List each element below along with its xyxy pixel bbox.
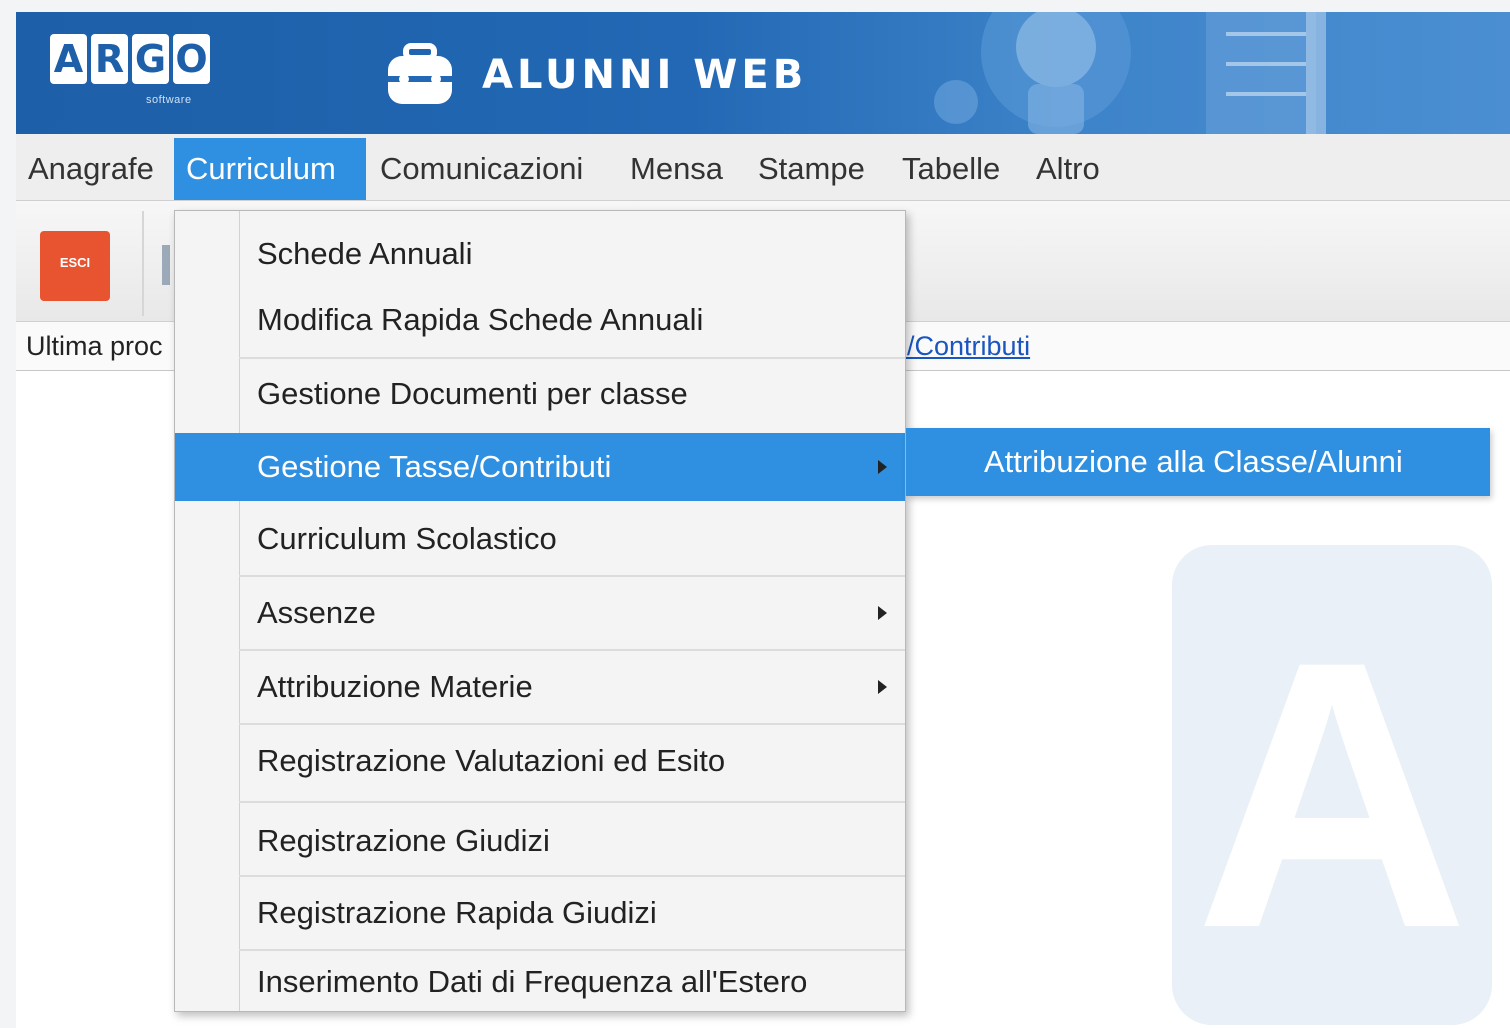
logo-letter: R [91, 34, 128, 84]
menu-item-label: Registrazione Rapida Giudizi [257, 895, 657, 930]
menu-item-label: Gestione Documenti per classe [257, 376, 688, 411]
logo-subtitle: software [146, 94, 192, 106]
menu-separator [239, 723, 905, 725]
logo-letter: G [132, 34, 169, 84]
menu-anagrafe[interactable]: Anagrafe [16, 138, 166, 200]
menu-item-label: Modifica Rapida Schede Annuali [257, 302, 704, 337]
menu-item-label: Attribuzione Materie [257, 669, 533, 704]
toolbar-separator [142, 211, 144, 316]
menu-item-attribuzione-materie[interactable]: Attribuzione Materie [175, 653, 905, 721]
logo-letter: O [173, 34, 210, 84]
menu-item-modifica-rapida[interactable]: Modifica Rapida Schede Annuali [175, 287, 905, 353]
menu-item-assenze[interactable]: Assenze [175, 579, 905, 647]
menu-tabelle[interactable]: Tabelle [890, 138, 1012, 200]
submenu-arrow-icon [878, 680, 887, 694]
exit-button[interactable]: ESCI [40, 231, 110, 301]
menu-item-schede-annuali[interactable]: Schede Annuali [175, 221, 905, 287]
menu-separator [239, 875, 905, 877]
argo-logo: A R G O [50, 34, 210, 84]
menu-item-label: Gestione Tasse/Contributi [257, 449, 612, 484]
submenu-arrow-icon [878, 460, 887, 474]
menu-stampe[interactable]: Stampe [746, 138, 877, 200]
menu-curriculum[interactable]: Curriculum [174, 138, 366, 200]
curriculum-dropdown: Schede Annuali Modifica Rapida Schede An… [174, 210, 906, 1012]
menu-separator [239, 649, 905, 651]
app-window: A R G O software ALUNNI WEB Anagrafe Cur… [16, 12, 1510, 1028]
menu-item-registrazione-valutazioni[interactable]: Registrazione Valutazioni ed Esito [175, 727, 905, 795]
toolbar-icon-partial[interactable] [162, 245, 170, 285]
logo-letter: A [50, 34, 87, 84]
menu-separator [239, 801, 905, 803]
menu-item-gestione-documenti[interactable]: Gestione Documenti per classe [175, 361, 905, 427]
watermark-letter: A [1194, 582, 1470, 1007]
header-banner: A R G O software ALUNNI WEB [16, 12, 1510, 134]
menu-mensa[interactable]: Mensa [618, 138, 735, 200]
last-procedure-link[interactable]: e/Contributi [892, 331, 1030, 362]
menu-item-label: Inserimento Dati di Frequenza all'Estero [257, 964, 808, 999]
menu-item-registrazione-giudizi[interactable]: Registrazione Giudizi [175, 807, 905, 875]
app-title: ALUNNI WEB [482, 52, 808, 98]
menu-item-frequenza-estero[interactable]: Inserimento Dati di Frequenza all'Estero [175, 953, 905, 1011]
menu-altro[interactable]: Altro [1024, 138, 1112, 200]
menu-separator [239, 357, 905, 359]
menu-comunicazioni[interactable]: Comunicazioni [368, 138, 595, 200]
menu-separator [239, 949, 905, 951]
last-procedure-label: Ultima proc [26, 331, 163, 361]
menu-item-curriculum-scolastico[interactable]: Curriculum Scolastico [175, 505, 905, 573]
menu-item-label: Curriculum Scolastico [257, 521, 557, 556]
menu-item-label: Assenze [257, 595, 376, 630]
briefcase-icon [384, 42, 456, 113]
submenu-item-attribuzione-classe[interactable]: Attribuzione alla Classe/Alunni [984, 428, 1403, 496]
menu-separator [239, 575, 905, 577]
menu-bar: Anagrafe Curriculum Comunicazioni Mensa … [16, 134, 1510, 201]
banner-illustration [934, 12, 1326, 134]
menu-item-gestione-tasse[interactable]: Gestione Tasse/Contributi [175, 433, 905, 501]
tasse-submenu: Attribuzione alla Classe/Alunni [906, 428, 1490, 496]
watermark-logo: A [1172, 545, 1492, 1025]
menu-item-label: Schede Annuali [257, 236, 473, 271]
menu-item-label: Registrazione Valutazioni ed Esito [257, 743, 726, 778]
menu-item-label: Registrazione Giudizi [257, 823, 550, 858]
menu-item-registrazione-rapida-giudizi[interactable]: Registrazione Rapida Giudizi [175, 879, 905, 947]
submenu-arrow-icon [878, 606, 887, 620]
